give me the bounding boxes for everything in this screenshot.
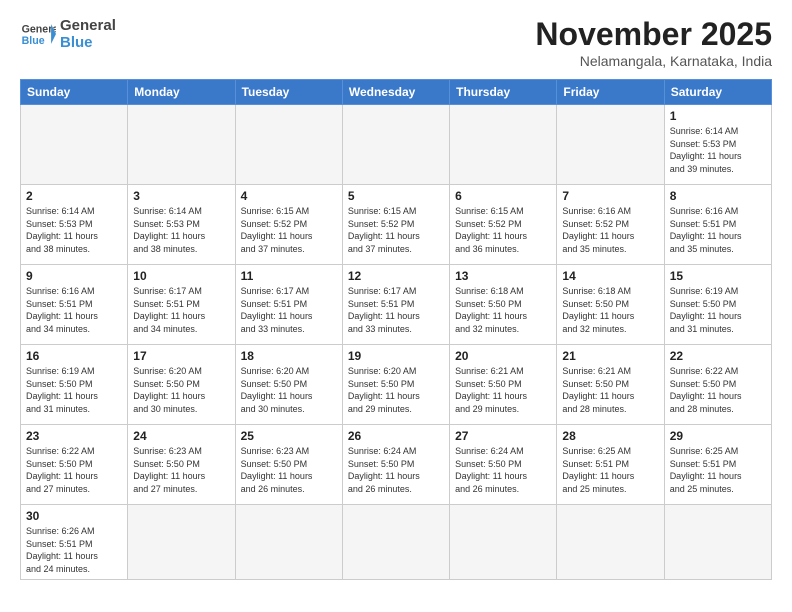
empty-cell [21,105,128,185]
month-title: November 2025 [535,16,772,53]
week-row-6: 30 Sunrise: 6:26 AMSunset: 5:51 PMDaylig… [21,505,772,580]
header-saturday: Saturday [664,80,771,105]
header-monday: Monday [128,80,235,105]
day-9: 9 Sunrise: 6:16 AMSunset: 5:51 PMDayligh… [21,265,128,345]
day-29: 29 Sunrise: 6:25 AMSunset: 5:51 PMDaylig… [664,425,771,505]
empty-cell [664,505,771,580]
empty-cell [235,505,342,580]
day-23: 23 Sunrise: 6:22 AMSunset: 5:50 PMDaylig… [21,425,128,505]
week-row-4: 16 Sunrise: 6:19 AMSunset: 5:50 PMDaylig… [21,345,772,425]
header-sunday: Sunday [21,80,128,105]
empty-cell [235,105,342,185]
empty-cell [450,505,557,580]
day-10: 10 Sunrise: 6:17 AMSunset: 5:51 PMDaylig… [128,265,235,345]
header-thursday: Thursday [450,80,557,105]
svg-text:Blue: Blue [22,35,45,47]
empty-cell [557,505,664,580]
day-8: 8 Sunrise: 6:16 AMSunset: 5:51 PMDayligh… [664,185,771,265]
day-19: 19 Sunrise: 6:20 AMSunset: 5:50 PMDaylig… [342,345,449,425]
day-12: 12 Sunrise: 6:17 AMSunset: 5:51 PMDaylig… [342,265,449,345]
day-2: 2 Sunrise: 6:14 AMSunset: 5:53 PMDayligh… [21,185,128,265]
day-4: 4 Sunrise: 6:15 AMSunset: 5:52 PMDayligh… [235,185,342,265]
calendar-table: Sunday Monday Tuesday Wednesday Thursday… [20,79,772,580]
day-6: 6 Sunrise: 6:15 AMSunset: 5:52 PMDayligh… [450,185,557,265]
week-row-2: 2 Sunrise: 6:14 AMSunset: 5:53 PMDayligh… [21,185,772,265]
header-wednesday: Wednesday [342,80,449,105]
logo-blue-text: Blue [60,34,116,51]
day-22: 22 Sunrise: 6:22 AMSunset: 5:50 PMDaylig… [664,345,771,425]
day-1: 1 Sunrise: 6:14 AMSunset: 5:53 PMDayligh… [664,105,771,185]
empty-cell [128,105,235,185]
day-16: 16 Sunrise: 6:19 AMSunset: 5:50 PMDaylig… [21,345,128,425]
header: General Blue General Blue November 2025 … [20,16,772,69]
week-row-3: 9 Sunrise: 6:16 AMSunset: 5:51 PMDayligh… [21,265,772,345]
empty-cell [128,505,235,580]
location-title: Nelamangala, Karnataka, India [535,53,772,69]
week-row-1: 1 Sunrise: 6:14 AMSunset: 5:53 PMDayligh… [21,105,772,185]
svg-text:General: General [22,23,56,35]
day-11: 11 Sunrise: 6:17 AMSunset: 5:51 PMDaylig… [235,265,342,345]
day-21: 21 Sunrise: 6:21 AMSunset: 5:50 PMDaylig… [557,345,664,425]
empty-cell [450,105,557,185]
day-20: 20 Sunrise: 6:21 AMSunset: 5:50 PMDaylig… [450,345,557,425]
day-5: 5 Sunrise: 6:15 AMSunset: 5:52 PMDayligh… [342,185,449,265]
week-row-5: 23 Sunrise: 6:22 AMSunset: 5:50 PMDaylig… [21,425,772,505]
header-friday: Friday [557,80,664,105]
empty-cell [557,105,664,185]
header-tuesday: Tuesday [235,80,342,105]
empty-cell [342,105,449,185]
day-3: 3 Sunrise: 6:14 AMSunset: 5:53 PMDayligh… [128,185,235,265]
day-7: 7 Sunrise: 6:16 AMSunset: 5:52 PMDayligh… [557,185,664,265]
day-17: 17 Sunrise: 6:20 AMSunset: 5:50 PMDaylig… [128,345,235,425]
day-25: 25 Sunrise: 6:23 AMSunset: 5:50 PMDaylig… [235,425,342,505]
weekday-header-row: Sunday Monday Tuesday Wednesday Thursday… [21,80,772,105]
day-26: 26 Sunrise: 6:24 AMSunset: 5:50 PMDaylig… [342,425,449,505]
empty-cell [342,505,449,580]
day-28: 28 Sunrise: 6:25 AMSunset: 5:51 PMDaylig… [557,425,664,505]
day-18: 18 Sunrise: 6:20 AMSunset: 5:50 PMDaylig… [235,345,342,425]
day-24: 24 Sunrise: 6:23 AMSunset: 5:50 PMDaylig… [128,425,235,505]
day-15: 15 Sunrise: 6:19 AMSunset: 5:50 PMDaylig… [664,265,771,345]
logo: General Blue General Blue [20,16,116,52]
day-27: 27 Sunrise: 6:24 AMSunset: 5:50 PMDaylig… [450,425,557,505]
day-30: 30 Sunrise: 6:26 AMSunset: 5:51 PMDaylig… [21,505,128,580]
logo-general-text: General [60,17,116,34]
day-13: 13 Sunrise: 6:18 AMSunset: 5:50 PMDaylig… [450,265,557,345]
logo-icon: General Blue [20,16,56,52]
day-14: 14 Sunrise: 6:18 AMSunset: 5:50 PMDaylig… [557,265,664,345]
title-area: November 2025 Nelamangala, Karnataka, In… [535,16,772,69]
